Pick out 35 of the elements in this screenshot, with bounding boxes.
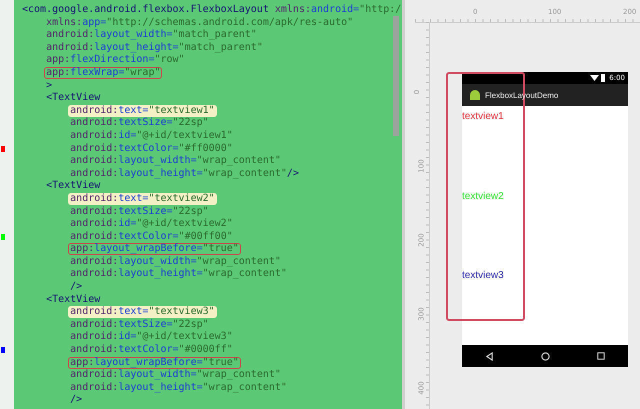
code-line: android:textSize="22sp" [69,117,210,130]
code-line: android:textColor="#0000ff" [69,344,234,356]
code-editor[interactable] [0,0,402,409]
code-line: android:layout_height="wrap_content" [69,382,288,394]
code-line: <com.google.android.flexbox.FlexboxLayout xmlns:android="http:/ [21,4,402,16]
text-view[interactable]: textview1 [462,111,504,122]
code-line: android:textSize="22sp" [69,206,210,218]
code-line: /> [69,281,84,294]
android-icon [469,90,481,100]
code-line: <TextView [45,180,102,192]
code-line: /> [69,394,84,406]
code-line: android:layout_width="wrap_content" [69,256,282,268]
scrollbar[interactable] [393,16,399,136]
code-line: android:textColor="#00ff00" [69,230,234,243]
code-line: android:layout_height="match_parent" [45,42,264,54]
code-line: android:layout_width="wrap_content" [69,155,282,168]
code-line: xmlns:app="http://schemas.android.com/apk/res-auto" [45,16,354,29]
code-line: android:layout_height="wrap_content" [69,268,288,280]
code-line: <TextView [45,92,102,104]
text-view[interactable]: textview3 [462,270,504,282]
code-line: android:textSize="22sp" [69,318,210,331]
back-icon[interactable] [485,352,494,360]
code-line: <TextView [45,294,102,306]
code-line: android:id="@+id/textview1" [69,130,234,142]
code-line: app:flexDirection="row" [45,54,186,66]
code-line: android:layout_width="match_parent" [45,29,258,42]
code-line: > [45,80,54,92]
code-line: android:id="@+id/textview3" [69,331,234,344]
code-line: android:textColor="#ff0000" [69,142,234,155]
code-line: android:id="@+id/textview2" [69,218,234,230]
code-line: android:layout_height="wrap_content"/> [69,168,300,180]
wifi-battery-icon [590,74,606,82]
recents-icon[interactable] [596,352,605,360]
code-line: android:layout_width="wrap_content" [69,369,282,382]
home-icon[interactable] [540,352,550,360]
